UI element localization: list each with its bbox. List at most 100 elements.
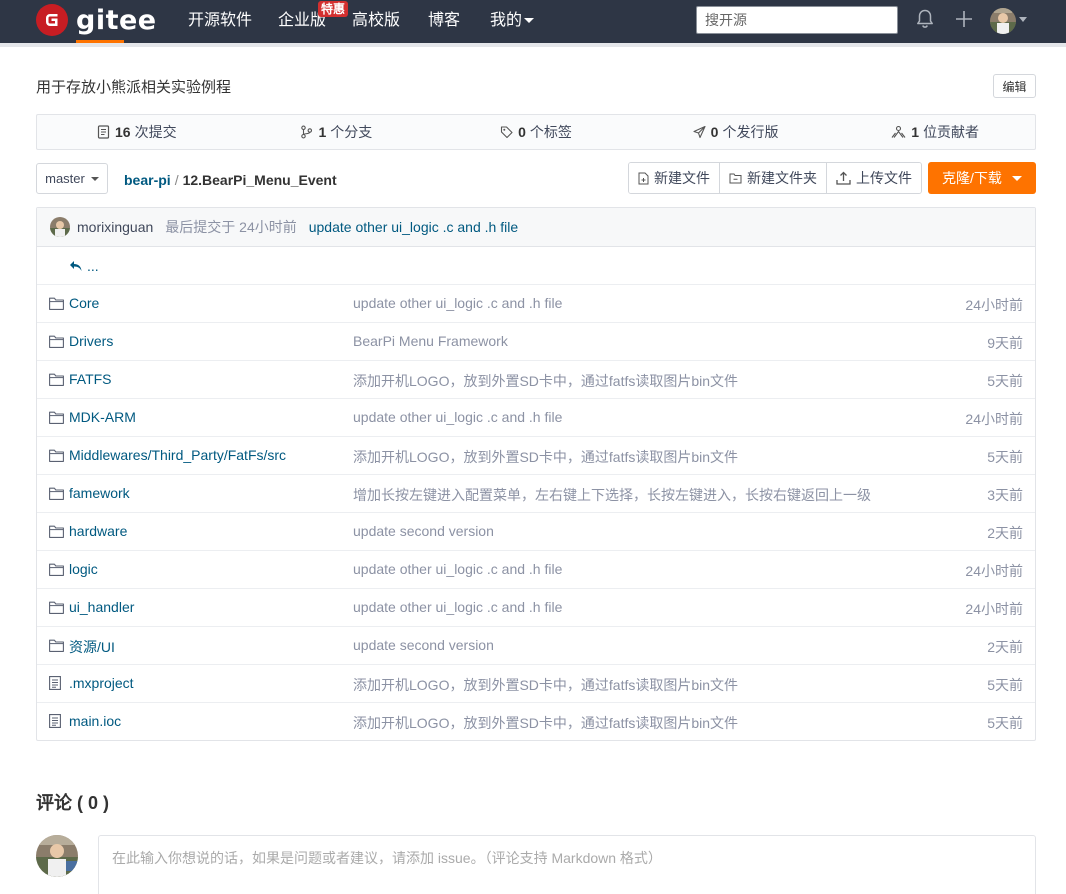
commits-icon (97, 125, 110, 139)
nav-blog[interactable]: 博客 (428, 10, 460, 32)
file-actions-group: 新建文件 新建文件夹 上传文件 (628, 162, 922, 194)
nav-education[interactable]: 高校版 (352, 10, 400, 32)
comments-title: 评论 ( 0 ) (36, 793, 110, 813)
reply-arrow-icon (70, 260, 82, 271)
file-commit-message[interactable]: update second version (353, 637, 494, 653)
clone-download-button[interactable]: 克隆/下载 (928, 162, 1036, 194)
search-input[interactable] (696, 6, 898, 34)
folder-icon (49, 411, 64, 427)
table-row: main.ioc 添加开机LOGO，放到外置SD卡中，通过fatfs读取图片bi… (37, 703, 1035, 741)
file-commit-message[interactable]: 添加开机LOGO，放到外置SD卡中，通过fatfs读取图片bin文件 (353, 675, 738, 695)
nav-mine-label: 我的 (490, 12, 523, 29)
file-icon (49, 714, 61, 731)
file-name-link[interactable]: 资源/UI (69, 637, 115, 657)
table-row: hardware update second version 2天前 (37, 513, 1035, 551)
branch-select[interactable]: master (36, 163, 108, 194)
breadcrumb-repo-link[interactable]: bear-pi (124, 172, 171, 188)
new-file-label: 新建文件 (654, 170, 710, 186)
gitee-logo-icon (36, 4, 68, 36)
file-name-link[interactable]: hardware (69, 523, 127, 539)
folder-icon (49, 297, 64, 313)
chevron-down-icon (524, 18, 535, 24)
new-folder-button[interactable]: 新建文件夹 (720, 163, 827, 193)
stat-branches[interactable]: 1 个分支 (237, 115, 437, 149)
file-commit-message[interactable]: update other ui_logic .c and .h file (353, 599, 562, 615)
release-send-icon (693, 125, 706, 139)
breadcrumb-current-folder: 12.BearPi_Menu_Event (182, 172, 337, 188)
breadcrumb: bear-pi/12.BearPi_Menu_Event (124, 172, 337, 188)
stat-releases-count: 0 (710, 124, 719, 140)
bell-icon[interactable] (915, 8, 935, 33)
commit-message-link[interactable]: update other ui_logic .c and .h file (309, 219, 518, 235)
comment-textarea[interactable] (98, 835, 1036, 894)
file-name-link[interactable]: ui_handler (69, 599, 134, 615)
file-name-link[interactable]: main.ioc (69, 713, 121, 729)
table-row: Drivers BearPi Menu Framework 9天前 (37, 323, 1035, 361)
file-name-link[interactable]: MDK-ARM (69, 409, 136, 425)
nav-open-source[interactable]: 开源软件 (188, 10, 252, 32)
file-commit-message[interactable]: update other ui_logic .c and .h file (353, 561, 562, 577)
navbar-bottom-strip (0, 43, 1066, 47)
branch-select-label: master (45, 171, 85, 186)
folder-icon (49, 373, 64, 389)
file-time: 9天前 (987, 335, 1023, 351)
stat-contributors-label: 位贡献者 (923, 124, 980, 140)
stat-releases[interactable]: 0 个发行版 (636, 115, 836, 149)
new-folder-icon (729, 173, 742, 184)
file-name-link[interactable]: FATFS (69, 371, 112, 387)
comment-user-avatar[interactable] (36, 835, 78, 877)
file-commit-message[interactable]: 添加开机LOGO，放到外置SD卡中，通过fatfs读取图片bin文件 (353, 713, 738, 733)
file-name-link[interactable]: Drivers (69, 333, 113, 349)
file-commit-message[interactable]: update other ui_logic .c and .h file (353, 409, 562, 425)
file-commit-message[interactable]: update second version (353, 523, 494, 539)
file-name-link[interactable]: Core (69, 295, 99, 311)
stat-contributors[interactable]: 1 位贡献者 (835, 115, 1035, 149)
plus-icon[interactable] (954, 8, 974, 33)
new-file-button[interactable]: 新建文件 (629, 163, 720, 193)
file-commit-message[interactable]: update other ui_logic .c and .h file (353, 295, 562, 311)
breadcrumb-separator: / (174, 172, 179, 188)
gitee-logo[interactable]: gitee (36, 4, 157, 36)
folder-icon (49, 449, 64, 465)
stat-tags[interactable]: 0 个标签 (436, 115, 636, 149)
file-time: 5天前 (987, 373, 1023, 389)
promo-badge: 特惠 (318, 1, 349, 17)
file-name-link[interactable]: .mxproject (69, 675, 134, 691)
branch-icon (301, 125, 313, 139)
file-time: 24小时前 (965, 601, 1023, 617)
chevron-down-icon (90, 176, 99, 181)
table-row: 资源/UI update second version 2天前 (37, 627, 1035, 665)
file-time: 24小时前 (965, 297, 1023, 313)
file-name-link[interactable]: logic (69, 561, 98, 577)
file-name-link[interactable]: famework (69, 485, 130, 501)
table-row: Middlewares/Third_Party/FatFs/src 添加开机LO… (37, 437, 1035, 475)
commit-author[interactable]: morixinguan (77, 219, 153, 235)
file-time: 5天前 (987, 449, 1023, 465)
edit-description-button[interactable]: 编辑 (993, 74, 1036, 98)
stat-commits[interactable]: 16 次提交 (37, 115, 237, 149)
chevron-down-icon (1011, 175, 1022, 181)
parent-directory-label: ... (87, 257, 99, 274)
upload-file-label: 上传文件 (856, 170, 912, 186)
user-avatar[interactable] (990, 8, 1016, 34)
file-commit-message[interactable]: 添加开机LOGO，放到外置SD卡中，通过fatfs读取图片bin文件 (353, 447, 738, 467)
stat-commits-count: 16 (115, 124, 131, 140)
repo-description: 用于存放小熊派相关实验例程 (36, 79, 232, 96)
chevron-down-icon[interactable] (1019, 17, 1027, 22)
folder-icon (49, 335, 64, 351)
stat-branches-label: 个分支 (330, 124, 373, 140)
nav-mine[interactable]: 我的 (490, 10, 535, 32)
stat-branches-count: 1 (318, 124, 327, 140)
stat-tags-count: 0 (518, 124, 526, 140)
file-commit-message[interactable]: BearPi Menu Framework (353, 333, 508, 349)
file-name-link[interactable]: Middlewares/Third_Party/FatFs/src (69, 447, 286, 463)
stat-contributors-count: 1 (911, 124, 920, 140)
file-commit-message[interactable]: 添加开机LOGO，放到外置SD卡中，通过fatfs读取图片bin文件 (353, 371, 738, 391)
commit-author-avatar[interactable] (50, 217, 70, 237)
stat-commits-label: 次提交 (134, 124, 177, 140)
upload-file-button[interactable]: 上传文件 (827, 163, 921, 193)
file-time: 3天前 (987, 487, 1023, 503)
contributors-icon (891, 125, 906, 138)
parent-directory-link[interactable]: ... (37, 247, 1035, 285)
file-commit-message[interactable]: 增加长按左键进入配置菜单，左右键上下选择，长按左键进入，长按右键返回上一级 (353, 485, 871, 505)
